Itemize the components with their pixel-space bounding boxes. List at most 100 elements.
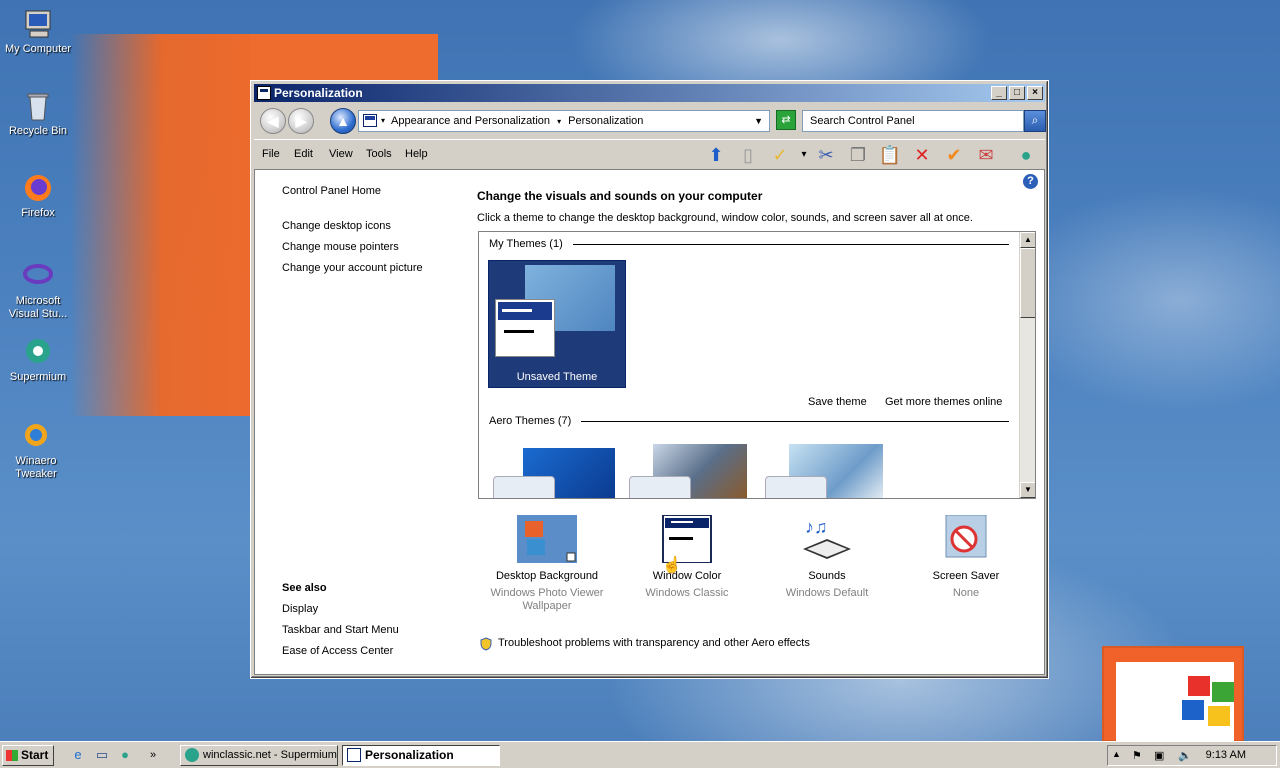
option-subtitle: Windows Photo Viewer Wallpaper (490, 587, 604, 612)
desktop-background-option[interactable]: Desktop Background Windows Photo Viewer … (477, 515, 617, 613)
desktop-icon-label: Firefox (21, 207, 55, 219)
search-button[interactable]: ⌕ (1024, 110, 1046, 132)
option-title: Screen Saver (932, 570, 1000, 582)
option-title: Window Color (652, 570, 722, 582)
menu-view[interactable]: View (329, 148, 353, 160)
breadcrumb-appearance[interactable]: Appearance and Personalization (391, 115, 550, 127)
menu-file[interactable]: File (262, 148, 280, 160)
control-panel-home-link[interactable]: Control Panel Home (282, 185, 381, 197)
option-title: Sounds (808, 570, 846, 582)
supermium-icon (185, 748, 199, 762)
internet-explorer-icon[interactable]: e (70, 747, 86, 763)
scroll-down-icon[interactable]: ▼ (1020, 482, 1035, 498)
themes-list[interactable]: My Themes (1) Unsaved Theme Save theme G… (478, 231, 1036, 499)
ease-of-access-link[interactable]: Ease of Access Center (282, 645, 393, 657)
network-icon[interactable]: ▣ (1154, 749, 1164, 762)
search-input[interactable]: Search Control Panel (802, 110, 1024, 132)
themes-scrollbar[interactable]: ▲ ▼ (1019, 232, 1035, 498)
desktop-icon-visual-studio[interactable]: Microsoft Visual Stu... (0, 260, 76, 321)
email-icon[interactable]: ✉ (974, 143, 998, 167)
title-bar[interactable]: Personalization _ □ × (254, 84, 1045, 102)
screen-saver-option[interactable]: Screen Saver None (896, 514, 1036, 600)
shield-icon (479, 637, 493, 651)
desktop-icon-winaero[interactable]: Winaero Tweaker (0, 420, 74, 481)
see-also-heading: See also (282, 582, 327, 594)
checkmark-icon[interactable]: ✔ (942, 143, 966, 167)
action-center-flag-icon[interactable]: ⚑ (1132, 749, 1142, 762)
back-button[interactable]: ◀ (260, 108, 286, 134)
menu-tools[interactable]: Tools (366, 148, 392, 160)
menu-edit[interactable]: Edit (294, 148, 313, 160)
folders-pane-icon[interactable]: ▯ (736, 143, 760, 167)
breadcrumb-personalization[interactable]: Personalization (568, 115, 643, 127)
help-icon[interactable]: ? (1023, 174, 1038, 189)
aero-theme-architecture[interactable] (629, 444, 747, 498)
personalization-icon (347, 748, 361, 762)
copy-icon[interactable]: ❐ (846, 143, 870, 167)
volume-muted-icon[interactable]: 🔈 (1178, 749, 1192, 762)
my-themes-label: My Themes (1) (489, 238, 563, 250)
recycle-bin-icon (22, 90, 54, 122)
theme-unsaved[interactable]: Unsaved Theme (488, 260, 626, 388)
start-button[interactable]: Start (2, 745, 54, 766)
get-more-themes-link[interactable]: Get more themes online (885, 396, 1002, 408)
change-account-picture-link[interactable]: Change your account picture (282, 262, 423, 274)
show-hidden-icons-icon[interactable]: ▲ (1112, 749, 1121, 759)
chevron-more-icon[interactable]: » (145, 747, 161, 763)
forward-button[interactable]: ▶ (288, 108, 314, 134)
desktop-icon-supermium[interactable]: Supermium (0, 336, 76, 384)
address-row: ◀ ▶ ▲ ▾ Appearance and Personalization ▾… (254, 105, 1046, 137)
sounds-option[interactable]: ♪♫ Sounds Windows Default (757, 515, 897, 600)
globe-icon[interactable]: ● (1014, 143, 1038, 167)
taskbar-item-supermium[interactable]: winclassic.net - Supermium (180, 745, 338, 766)
desktop-icon-my-computer[interactable]: My Computer (0, 8, 76, 56)
up-folder-icon[interactable]: ⬆ (704, 143, 728, 167)
favorites-icon[interactable]: ✓ (768, 143, 792, 167)
clock[interactable]: 9:13 AM (1206, 749, 1246, 761)
desktop-icon-recycle-bin[interactable]: Recycle Bin (0, 90, 76, 138)
scroll-up-icon[interactable]: ▲ (1020, 232, 1035, 248)
close-button[interactable]: × (1027, 86, 1043, 100)
windows-logo-wallpaper (1102, 646, 1244, 742)
refresh-button[interactable]: ⇄ (776, 110, 796, 130)
desktop-icon-label: Supermium (9, 371, 67, 383)
supermium-quicklaunch-icon[interactable]: ● (117, 747, 133, 763)
desktop-icon-label: Winaero Tweaker (15, 455, 57, 480)
window-color-option[interactable]: Window Color Windows Classic (617, 514, 757, 600)
address-bar[interactable]: ▾ Appearance and Personalization ▾ Perso… (358, 110, 770, 132)
minimize-button[interactable]: _ (991, 86, 1007, 100)
svg-text:♪♫: ♪♫ (805, 517, 828, 537)
chevron-right-icon: ▾ (557, 117, 562, 126)
desktop-background-icon (517, 515, 577, 563)
computer-icon (22, 8, 54, 40)
aero-theme-windows[interactable] (493, 448, 615, 498)
dropdown-icon[interactable]: ▾ (792, 143, 816, 167)
display-link[interactable]: Display (282, 603, 318, 615)
scroll-thumb[interactable] (1020, 248, 1035, 318)
screen-saver-icon (936, 514, 996, 563)
taskbar-start-menu-link[interactable]: Taskbar and Start Menu (282, 624, 399, 636)
desktop-icon-firefox[interactable]: Firefox (0, 172, 76, 220)
visual-studio-icon (22, 260, 54, 292)
group-divider (581, 421, 1009, 422)
change-mouse-pointers-link[interactable]: Change mouse pointers (282, 241, 399, 253)
cut-icon[interactable]: ✂ (814, 143, 838, 167)
address-dropdown-icon[interactable]: ▼ (754, 111, 763, 131)
save-theme-link[interactable]: Save theme (808, 396, 867, 408)
search-icon: ⌕ (1031, 113, 1039, 127)
show-desktop-icon[interactable]: ▭ (94, 747, 110, 763)
wallpaper-orange-top (250, 34, 438, 84)
maximize-button[interactable]: □ (1009, 86, 1025, 100)
control-panel-icon (363, 114, 377, 127)
page-description: Click a theme to change the desktop back… (477, 212, 973, 224)
delete-icon[interactable]: ✕ (910, 143, 934, 167)
aero-themes-label: Aero Themes (7) (489, 415, 572, 427)
aero-theme-characters[interactable] (765, 444, 883, 498)
up-button[interactable]: ▲ (330, 108, 356, 134)
menu-help[interactable]: Help (405, 148, 428, 160)
window-icon (257, 86, 271, 100)
taskbar-item-personalization[interactable]: Personalization (342, 745, 500, 766)
troubleshoot-link[interactable]: Troubleshoot problems with transparency … (498, 637, 810, 649)
change-desktop-icons-link[interactable]: Change desktop icons (282, 220, 391, 232)
paste-icon[interactable]: 📋 (878, 143, 902, 167)
